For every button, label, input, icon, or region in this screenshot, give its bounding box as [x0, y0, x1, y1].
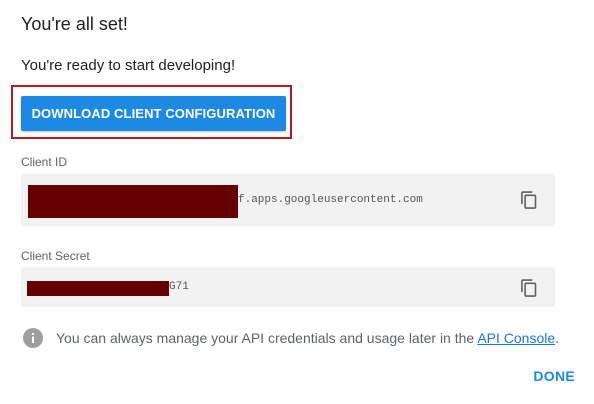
client-id-redaction [28, 185, 238, 218]
client-secret-field: G71 [21, 267, 555, 307]
copy-client-secret-button[interactable] [517, 276, 541, 300]
client-secret-value: G71 [169, 281, 189, 293]
client-id-label: Client ID [21, 155, 68, 169]
info-message-text: You can always manage your API credentia… [56, 330, 478, 346]
download-client-configuration-button[interactable]: DOWNLOAD CLIENT CONFIGURATION [21, 96, 286, 131]
done-button[interactable]: DONE [533, 368, 575, 384]
client-secret-redaction [27, 281, 169, 296]
info-icon [23, 328, 43, 348]
info-message: You can always manage your API credentia… [56, 330, 559, 346]
client-id-value: f.apps.googleusercontent.com [238, 194, 423, 206]
client-id-field: f.apps.googleusercontent.com [21, 174, 555, 226]
dialog-subtitle: You're ready to start developing! [21, 57, 236, 74]
copy-client-id-button[interactable] [517, 188, 541, 212]
dialog-title: You're all set! [21, 14, 128, 34]
api-console-link[interactable]: API Console [477, 330, 555, 346]
copy-icon [521, 191, 537, 209]
info-message-end: . [555, 330, 560, 346]
copy-icon [521, 279, 537, 297]
client-secret-label: Client Secret [21, 249, 90, 263]
